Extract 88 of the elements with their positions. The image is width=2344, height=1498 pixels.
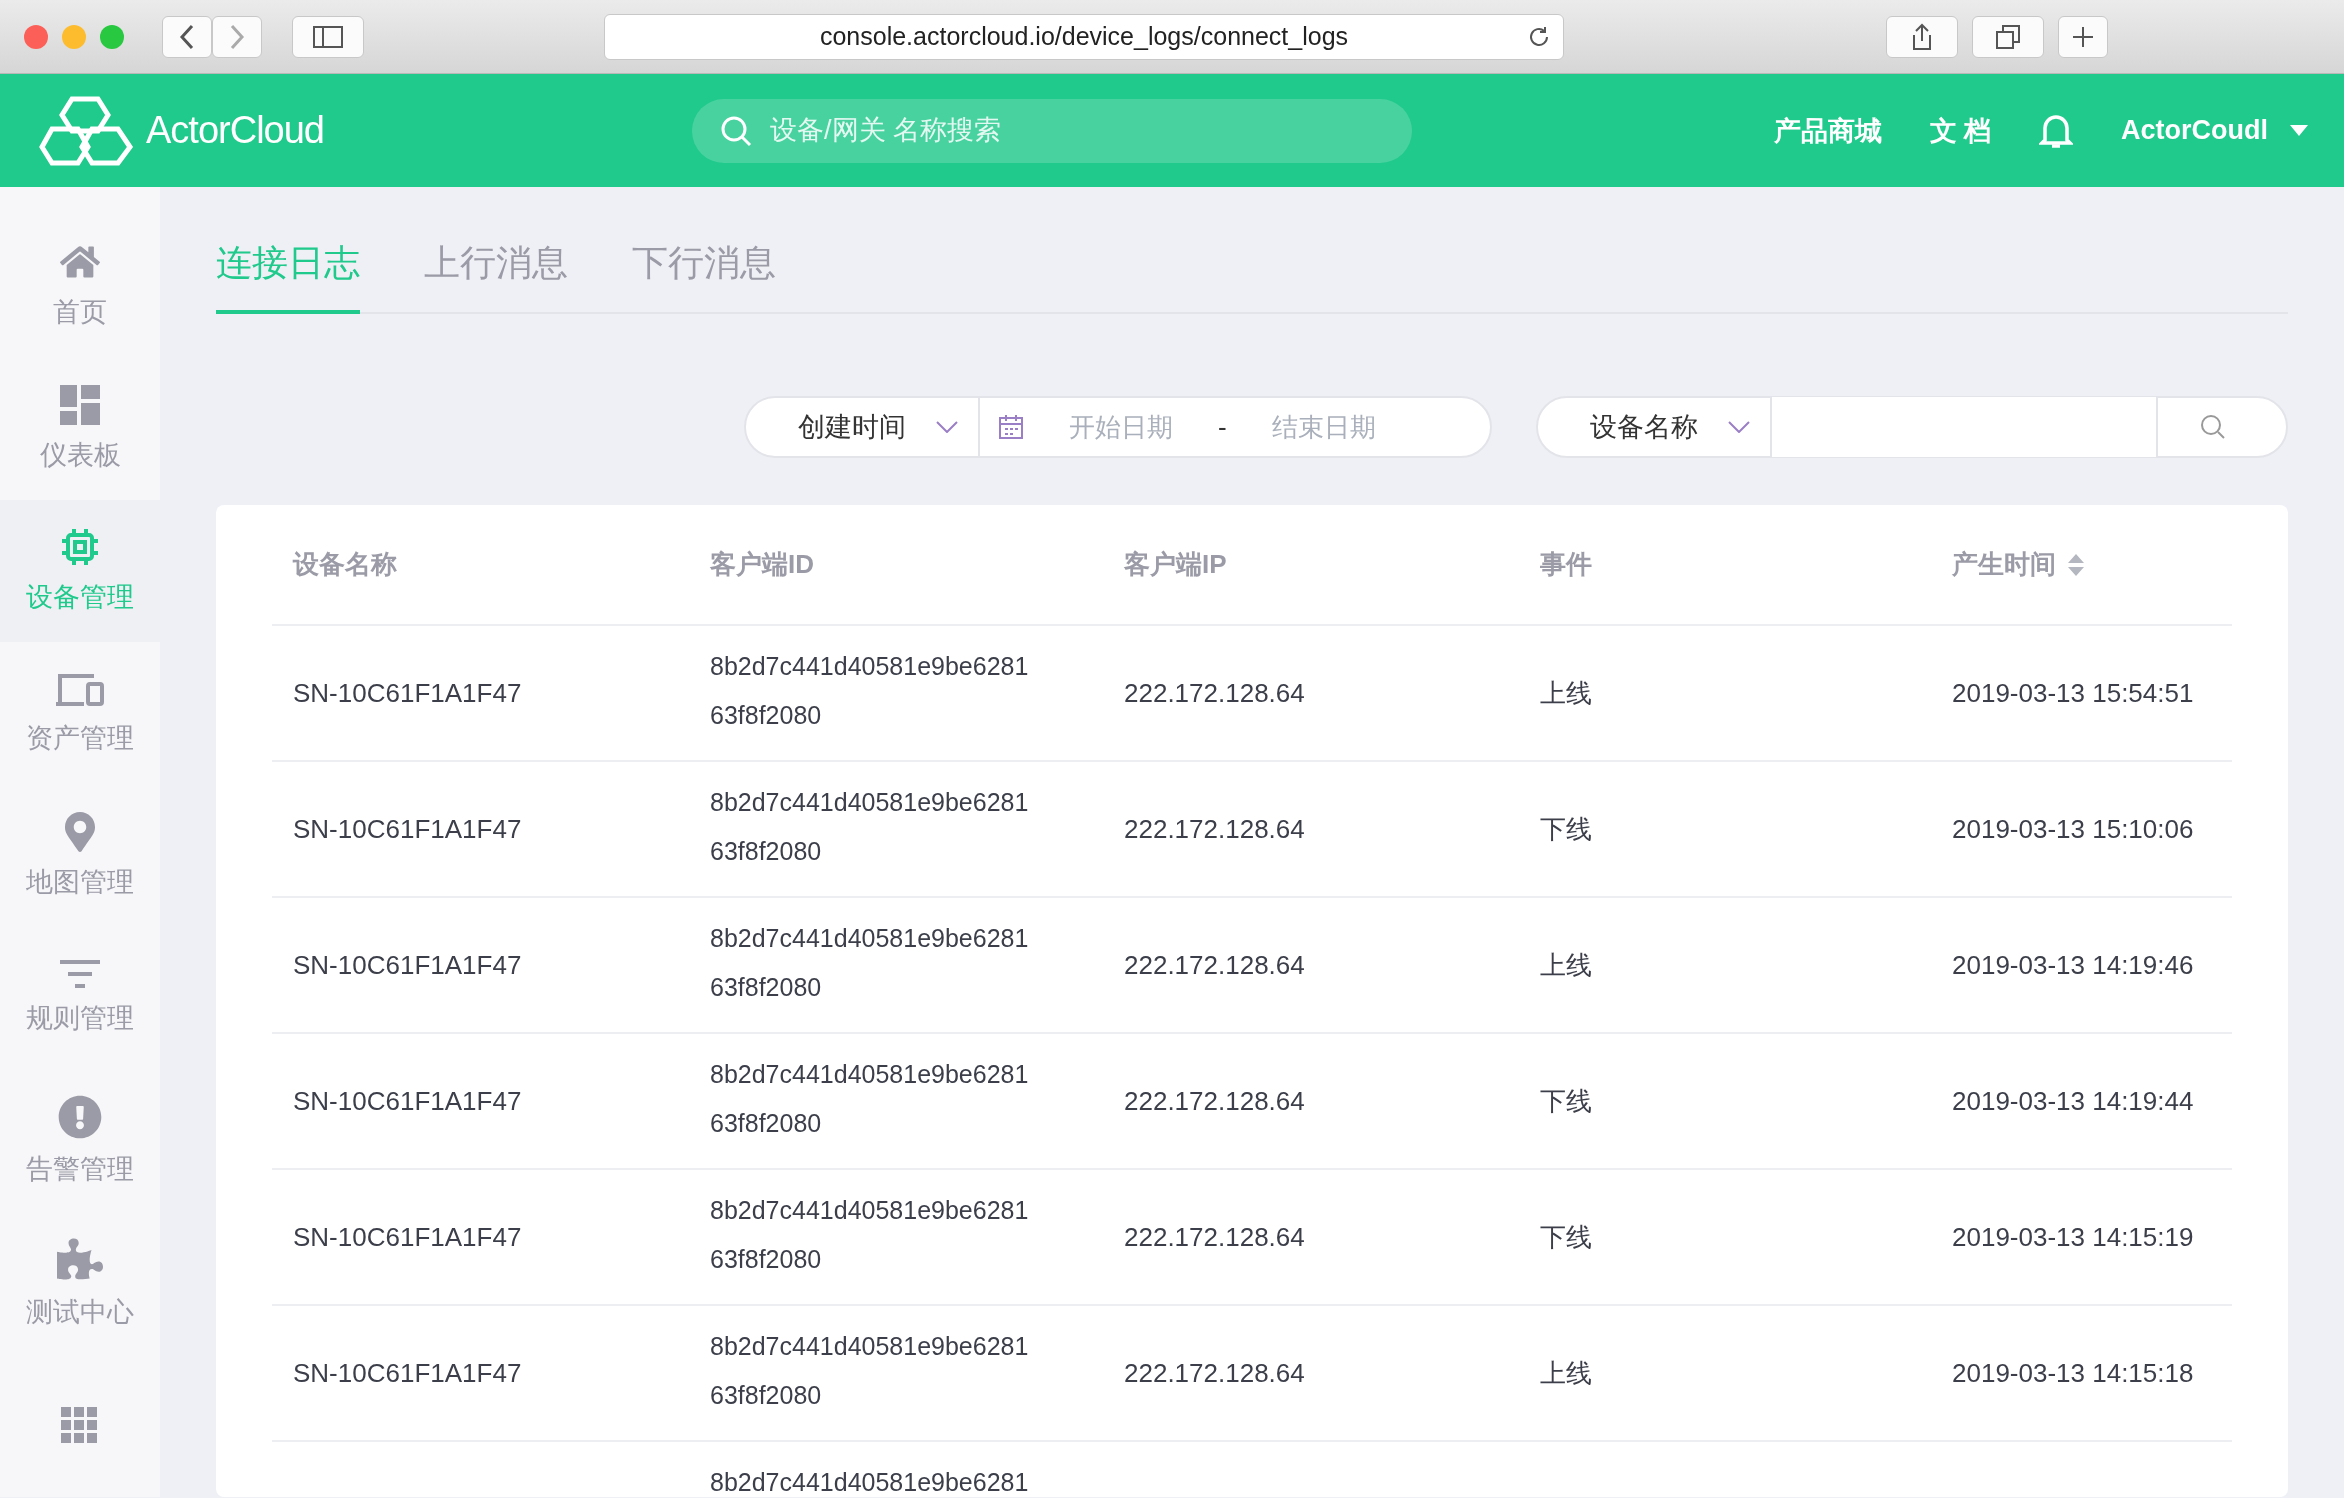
date-range-filter[interactable]: 创建时间 开始日期 - 结束日期 [744,396,1492,458]
table-cell: 2019-03-13 14:15:19 [1952,1222,2194,1252]
header-search-box[interactable]: 设备/网关 名称搜索 [692,98,1412,163]
sidebar-icon [313,25,343,48]
table-cell: 2019-03-13 15:54:51 [1952,678,2194,708]
table-cell: 2019-03-13 15:10:06 [1952,814,2194,844]
column-header: 事件 [1540,548,1592,581]
dashboard-icon [60,384,100,425]
chip-icon [60,527,100,568]
chevron-left-icon [179,23,195,50]
chevron-down-icon [1728,421,1750,433]
column-header: 产生时间 [1952,548,2056,581]
table-cell: 8b2d7c441d40581e9be6281 63f8f2080 [710,1196,1029,1273]
sidebar-item[interactable]: 测试中心 [0,1212,160,1355]
logo-icon [36,94,136,167]
tab[interactable]: 连接日志 [216,239,360,314]
caret-icon [2290,124,2308,137]
table-cell: 8b2d7c441d40581e9be6281 63f8f2080 [710,1060,1029,1137]
date-separator: - [1217,411,1228,443]
column-header: 客户端ID [710,548,814,581]
sidebar-item[interactable]: 首页 [0,215,160,358]
header-link[interactable]: 文 档 [1929,112,1991,149]
table-cell: 222.172.128.64 [1124,950,1305,980]
table-cell: 2019-03-13 14:19:46 [1952,950,2194,980]
table-cell: 8b2d7c441d40581e9be6281 63f8f2080 [710,1332,1029,1409]
table-cell: SN-10C61F1A1F47 [293,950,522,980]
table-cell: 8b2d7c441d40581e9be6281 [710,1468,1029,1496]
header-link[interactable]: 产品商城 [1773,112,1882,149]
sidebar-item[interactable]: 资产管理 [0,642,160,785]
sidebar-item[interactable]: 仪表板 [0,357,160,500]
column-header: 设备名称 [293,548,397,581]
table-cell: 222.172.128.64 [1124,1222,1305,1252]
table-cell: 下线 [1540,1222,1592,1252]
filter-icon [60,960,100,989]
sort-icon[interactable] [2068,553,2084,576]
maximize-window-dot[interactable] [100,24,124,49]
new-tab-button[interactable] [2058,15,2108,58]
table-cell: 222.172.128.64 [1124,814,1305,844]
time-field-select[interactable]: 创建时间 [746,398,980,456]
alert-icon [58,1094,102,1139]
address-bar[interactable]: console.actorcloud.io/device_logs/connect_logs [604,13,1564,60]
table-cell: 8b2d7c441d40581e9be6281 63f8f2080 [710,652,1029,729]
table-cell: SN-10C61F1A1F47 [293,1222,522,1252]
sidebar-toggle-button[interactable] [292,15,364,58]
share-button[interactable] [1886,15,1958,58]
plus-icon [2072,25,2094,48]
chevron-right-icon [229,23,245,50]
tab[interactable]: 上行消息 [424,239,568,314]
table-cell: SN-10C61F1A1F47 [293,814,522,844]
table-cell: SN-10C61F1A1F47 [293,678,522,708]
header-search-field[interactable]: 设备/网关 名称搜索 [768,114,1384,147]
chevron-down-icon [936,421,958,433]
table-cell: 222.172.128.64 [1124,678,1305,708]
table-cell: 8b2d7c441d40581e9be6281 63f8f2080 [710,924,1029,1001]
sidebar-item[interactable]: 规则管理 [0,927,160,1070]
sidebar-item[interactable]: 告警管理 [0,1069,160,1213]
table-cell: 上线 [1540,678,1592,708]
logo-text: ActorCloud [146,109,324,152]
tabs-button[interactable] [1972,15,2044,58]
minimize-window-dot[interactable] [62,24,86,49]
calendar-icon [998,414,1024,440]
device-search-filter[interactable]: 设备名称 [1536,396,2288,458]
column-header: 客户端IP [1124,548,1227,581]
table-cell: 8b2d7c441d40581e9be6281 63f8f2080 [710,788,1029,865]
apps-grid-icon [61,1406,99,1445]
table-cell: 222.172.128.64 [1124,1358,1305,1388]
close-window-dot[interactable] [24,24,48,49]
table-cell: 上线 [1540,950,1592,980]
table-cell: 上线 [1540,1358,1592,1388]
search-icon [2200,414,2226,440]
device-search-field[interactable] [1772,397,2158,457]
user-menu[interactable]: ActorCoudl [2121,115,2308,146]
back-button[interactable] [162,15,212,58]
sidebar-item[interactable]: 设备管理 [0,499,160,643]
devices-icon [54,671,106,708]
search-icon [720,114,752,147]
share-icon [1911,22,1933,51]
table-cell: 下线 [1540,814,1592,844]
reload-icon[interactable] [1527,24,1551,49]
table-cell: SN-10C61F1A1F47 [293,1086,522,1116]
table-cell: 222.172.128.64 [1124,1086,1305,1116]
table-cell: 下线 [1540,1086,1592,1116]
sidebar-item[interactable]: 地图管理 [0,784,160,928]
table-cell: 2019-03-13 14:19:44 [1952,1086,2194,1116]
table-cell: SN-10C61F1A1F47 [293,1358,522,1388]
table-cell: 2019-03-13 14:15:18 [1952,1358,2194,1388]
tabs-icon [1995,23,2021,50]
tab[interactable]: 下行消息 [632,239,776,314]
